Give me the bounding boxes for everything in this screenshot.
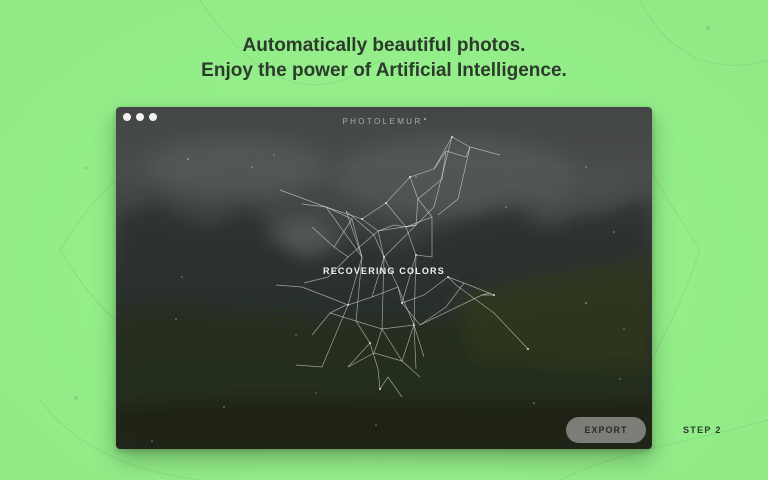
headline-line-1: Automatically beautiful photos.: [242, 35, 526, 56]
headline-line-2: Enjoy the power of Artificial Intelligen…: [201, 60, 567, 81]
step-indicator: STEP 2: [683, 425, 722, 435]
title-dot-icon: [423, 118, 426, 120]
processing-status: RECOVERING COLORS: [323, 266, 445, 276]
headline: Automatically beautiful photos. Enjoy th…: [0, 33, 768, 83]
app-title-text: PHOTOLEMUR: [342, 117, 423, 126]
export-button[interactable]: EXPORT: [566, 417, 646, 443]
app-title: PHOTOLEMUR: [116, 117, 652, 126]
app-window: PHOTOLEMUR RECOVERING COLORS EXPORT: [116, 107, 652, 449]
promo-stage: Automatically beautiful photos. Enjoy th…: [0, 0, 768, 480]
photo-preview: [116, 107, 652, 449]
